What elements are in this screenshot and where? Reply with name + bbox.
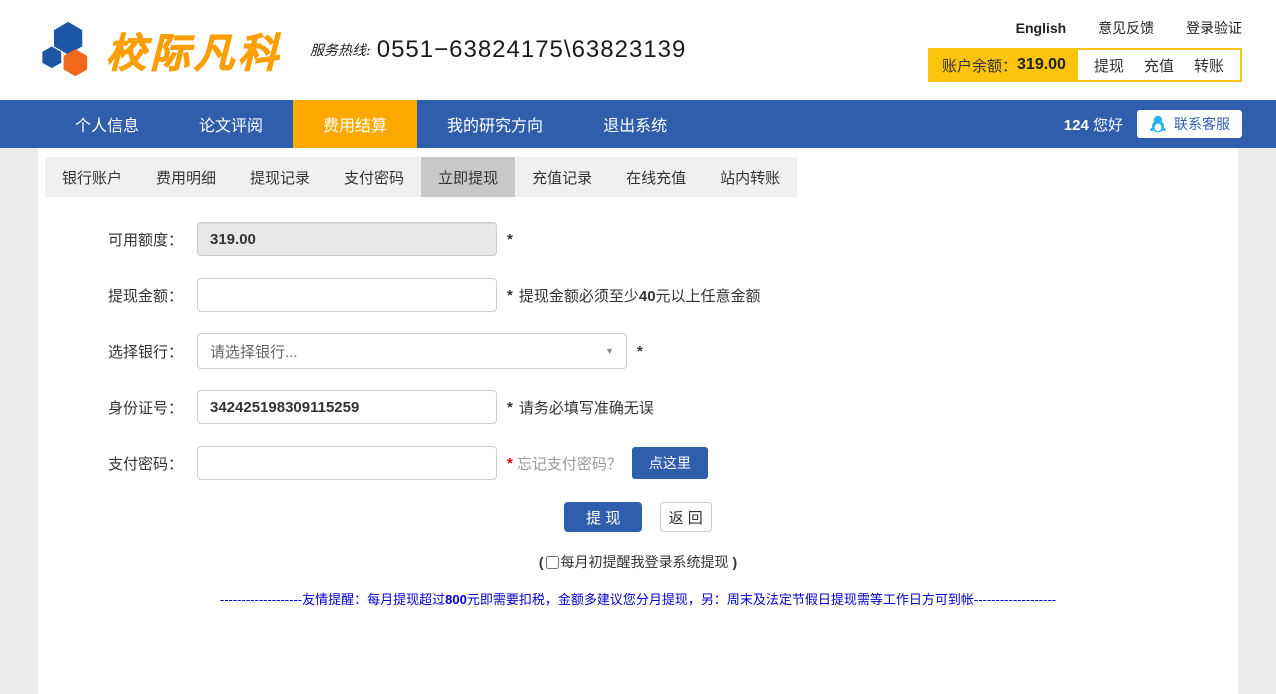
forgot-password-text: 忘记支付密码？ xyxy=(517,453,622,474)
bank-select-row: 选择银行： 请选择银行... ▼ * xyxy=(38,334,1238,368)
paren-close: ) xyxy=(732,554,737,570)
header: 校际凡科 服务热线: 0551−63824175\63823139 Englis… xyxy=(0,0,1276,100)
account-balance-box: 账户余额：319.00 提现 充值 转账 xyxy=(928,48,1242,82)
tab-site-transfer[interactable]: 站内转账 xyxy=(703,157,797,197)
bank-select-placeholder: 请选择银行... xyxy=(210,341,298,362)
login-verify-link[interactable]: 登录验证 xyxy=(1186,20,1242,36)
tab-withdraw-records[interactable]: 提现记录 xyxy=(233,157,327,197)
settlement-tabbar: 银行账户 费用明细 提现记录 支付密码 立即提现 充值记录 在线充值 站内转账 xyxy=(45,157,797,197)
service-hotline: 服务热线: 0551−63824175\63823139 xyxy=(310,36,686,64)
monthly-reminder-checkbox[interactable] xyxy=(546,556,559,569)
hotline-number: 0551−63824175\63823139 xyxy=(377,36,687,64)
tab-payment-password[interactable]: 支付密码 xyxy=(327,157,421,197)
account-balance: 账户余额：319.00 xyxy=(930,50,1078,80)
nav-item-personal-info[interactable]: 个人信息 xyxy=(45,100,169,148)
tab-bank-account[interactable]: 银行账户 xyxy=(45,157,139,197)
withdraw-amount-label: 提现金额： xyxy=(38,285,183,306)
withdraw-submit-button[interactable]: 提 现 xyxy=(564,502,642,532)
id-number-hint: 请务必填写准确无误 xyxy=(519,397,654,418)
payment-password-label: 支付密码： xyxy=(38,453,183,474)
available-amount-input xyxy=(197,222,497,256)
tab-withdraw-now[interactable]: 立即提现 xyxy=(421,157,515,197)
payment-password-row: 支付密码： * 忘记支付密码？ 点这里 xyxy=(38,446,1238,480)
balance-value: 319.00 xyxy=(1017,56,1066,74)
monthly-reminder-label: 每月初提醒我登录系统提现 xyxy=(561,554,729,570)
bank-select[interactable]: 请选择银行... ▼ xyxy=(197,333,627,369)
forgot-password-button[interactable]: 点这里 xyxy=(632,447,708,479)
nav-item-fee-settlement[interactable]: 费用结算 xyxy=(293,100,417,148)
required-mark: * xyxy=(507,399,513,416)
withdraw-amount-input[interactable] xyxy=(197,278,497,312)
content-panel: 银行账户 费用明细 提现记录 支付密码 立即提现 充值记录 在线充值 站内转账 … xyxy=(38,148,1238,694)
chevron-down-icon: ▼ xyxy=(605,346,614,356)
greeting-text: 您好 xyxy=(1093,117,1123,134)
feedback-link[interactable]: 意见反馈 xyxy=(1098,20,1154,36)
id-number-input[interactable] xyxy=(197,390,497,424)
withdraw-amount-row: 提现金额： * 提现金额必须至少40元以上任意金额 xyxy=(38,278,1238,312)
friendly-notice: -------------------友情提醒：每月提现超过800元即需要扣税，… xyxy=(38,589,1238,608)
qq-penguin-icon xyxy=(1149,115,1167,133)
withdraw-link[interactable]: 提现 xyxy=(1084,55,1134,76)
hotline-label: 服务热线: xyxy=(310,40,371,60)
back-button[interactable]: 返 回 xyxy=(660,502,712,532)
contact-service-label: 联系客服 xyxy=(1174,114,1230,134)
nav-item-logout[interactable]: 退出系统 xyxy=(573,100,697,148)
required-mark: * xyxy=(507,287,513,304)
id-number-row: 身份证号： * 请务必填写准确无误 xyxy=(38,390,1238,424)
tab-online-recharge[interactable]: 在线充值 xyxy=(609,157,703,197)
language-link[interactable]: English xyxy=(1016,20,1067,36)
available-amount-row: 可用额度： * xyxy=(38,222,1238,256)
logo[interactable]: 校际凡科 xyxy=(40,19,282,81)
required-mark: * xyxy=(507,455,513,472)
logo-text: 校际凡科 xyxy=(106,21,282,79)
id-number-label: 身份证号： xyxy=(38,397,183,418)
balance-label: 账户余额： xyxy=(942,55,1017,76)
user-number: 124 xyxy=(1064,117,1089,134)
main-nav: 个人信息 论文评阅 费用结算 我的研究方向 退出系统 124 您好 联系客服 xyxy=(0,100,1276,148)
nav-item-paper-review[interactable]: 论文评阅 xyxy=(169,100,293,148)
contact-service-button[interactable]: 联系客服 xyxy=(1137,110,1242,138)
available-amount-label: 可用额度： xyxy=(38,229,183,250)
withdraw-form: 可用额度： * 提现金额： * 提现金额必须至少40元以上任意金额 选择银行： … xyxy=(38,222,1238,608)
payment-password-input[interactable] xyxy=(197,446,497,480)
required-mark: * xyxy=(637,343,643,360)
nav-item-research-direction[interactable]: 我的研究方向 xyxy=(417,100,573,148)
withdraw-amount-hint: 提现金额必须至少40元以上任意金额 xyxy=(519,285,761,306)
bank-select-label: 选择银行： xyxy=(38,341,183,362)
tab-recharge-records[interactable]: 充值记录 xyxy=(515,157,609,197)
content-area: 银行账户 费用明细 提现记录 支付密码 立即提现 充值记录 在线充值 站内转账 … xyxy=(0,148,1276,694)
top-links: English 意见反馈 登录验证 xyxy=(928,18,1242,38)
logo-hexagons-icon xyxy=(40,19,98,81)
transfer-link[interactable]: 转账 xyxy=(1184,55,1234,76)
required-mark: * xyxy=(507,231,513,248)
user-greeting: 124 您好 xyxy=(1064,114,1123,135)
recharge-link[interactable]: 充值 xyxy=(1134,55,1184,76)
monthly-reminder-row: ( 每月初提醒我登录系统提现 ) xyxy=(38,552,1238,572)
paren-open: ( xyxy=(539,554,544,570)
form-actions: 提 现 返 回 xyxy=(38,502,1238,532)
tab-fee-details[interactable]: 费用明细 xyxy=(139,157,233,197)
